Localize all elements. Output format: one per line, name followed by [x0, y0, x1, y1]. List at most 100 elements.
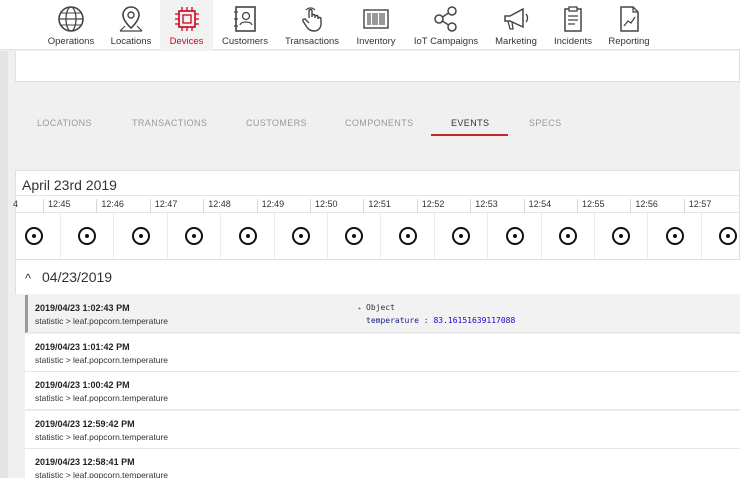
timeline-event-marker[interactable]: [292, 227, 310, 245]
barcode-icon: [361, 4, 391, 34]
timeline-event-marker[interactable]: [185, 227, 204, 245]
event-timestamp: 2019/04/23 12:59:42 PM: [35, 418, 135, 429]
timeline-divider: [220, 213, 222, 260]
object-property: temperature : 83.16151639117088: [366, 316, 515, 325]
nav-incidents[interactable]: Incidents: [548, 0, 598, 50]
timeline-event-marker[interactable]: [25, 227, 43, 245]
event-path: statistic > leaf.popcorn.temperature: [35, 316, 168, 326]
nav-label: IoT Campaigns: [413, 36, 479, 47]
timeline-event-marker[interactable]: [345, 227, 364, 245]
share-icon: [431, 4, 461, 34]
contact-book-icon: [230, 4, 260, 34]
timeline-divider: [433, 213, 435, 260]
timeline-divider: [327, 213, 328, 260]
event-row[interactable]: 2019/04/23 1:02:43 PM statistic > leaf.po…: [25, 295, 740, 333]
event-timeline[interactable]: April 23rd 2019 4 12:45 12:46 12:47 12:48 12…: [13, 170, 740, 260]
nav-customers[interactable]: Customers: [216, 0, 274, 50]
globe-icon: [56, 4, 86, 34]
event-path: statistic > leaf.popcorn.temperature: [35, 393, 168, 403]
timeline-divider: [647, 213, 649, 260]
nav-locations[interactable]: Locations: [104, 0, 158, 50]
timeline-event-marker[interactable]: [238, 227, 257, 245]
nav-label: Marketing: [495, 36, 537, 47]
timeline-divider: [380, 213, 382, 260]
timeline-divider: [60, 213, 61, 260]
nav-label: Operations: [47, 36, 95, 47]
timeline-time-label: 12:53: [470, 199, 498, 213]
nav-label: Locations: [110, 36, 152, 47]
timeline-divider: [273, 213, 275, 260]
event-row[interactable]: 2019/04/23 1:01:42 PM statistic > leaf.po…: [25, 333, 740, 372]
nav-label: Incidents: [553, 36, 593, 47]
page: Operations Locations Devices Customers T: [0, 0, 740, 478]
timeline-time-label: 12:56: [630, 199, 658, 213]
timeline-divider: [487, 213, 489, 260]
event-row[interactable]: 2019/04/23 1:00:42 PM statistic > leaf.po…: [25, 372, 740, 410]
nav-label: Inventory: [356, 36, 396, 47]
timeline-divider: [166, 213, 168, 260]
nav-operations[interactable]: Operations: [40, 0, 102, 50]
timeline-event-marker[interactable]: [131, 227, 150, 245]
nav-transactions[interactable]: Transactions: [280, 0, 344, 50]
timeline-divider: [113, 213, 115, 260]
timeline-time-label: 12:46: [96, 199, 124, 213]
nav-label: Customers: [222, 36, 268, 47]
timeline-time-label: 12:52: [416, 199, 444, 213]
nav-iot-campaigns[interactable]: IoT Campaigns: [410, 0, 482, 50]
nav-marketing[interactable]: Marketing: [490, 0, 542, 50]
timeline-time-label: 12:54: [523, 199, 551, 213]
device-info-panel: [15, 51, 740, 82]
timeline-event-marker[interactable]: [398, 227, 417, 245]
timeline-time-label: 12:47: [149, 199, 177, 213]
chip-icon: [172, 4, 202, 34]
event-row[interactable]: 2019/04/23 12:58:41 PM statistic > leaf.p…: [25, 449, 740, 478]
expand-triangle-icon[interactable]: ▸: [358, 305, 362, 312]
timeline-event-markers: [16, 213, 740, 260]
timeline-time-label: 12:50: [310, 199, 338, 213]
timeline-divider: [700, 213, 702, 260]
property-key: temperature: [366, 316, 419, 325]
nav-reporting[interactable]: Reporting: [602, 0, 656, 50]
tab-transactions[interactable]: TRANSACTIONS: [132, 118, 207, 128]
timeline-event-marker[interactable]: [559, 227, 577, 245]
report-chart-icon: [614, 4, 644, 34]
nav-label: Transactions: [284, 36, 340, 47]
tab-locations[interactable]: LOCATIONS: [37, 118, 92, 128]
timeline-divider: [594, 213, 595, 260]
nav-inventory[interactable]: Inventory: [348, 0, 404, 50]
tab-specs[interactable]: SPECS: [529, 118, 562, 128]
timeline-date-title: April 23rd 2019: [22, 177, 117, 193]
tab-customers[interactable]: CUSTOMERS: [246, 118, 307, 128]
megaphone-icon: [501, 4, 531, 34]
timeline-event-marker[interactable]: [612, 227, 631, 245]
event-timestamp: 2019/04/23 1:00:42 PM: [35, 380, 130, 390]
object-label: Object: [366, 303, 395, 312]
property-separator: :: [418, 316, 434, 325]
chevron-up-icon[interactable]: ^: [25, 271, 31, 286]
timeline-event-marker[interactable]: [505, 227, 524, 245]
event-row[interactable]: 2019/04/23 12:59:42 PM statistic > leaf.p…: [25, 410, 740, 449]
nav-devices[interactable]: Devices: [160, 0, 213, 50]
timeline-time-label: 4: [13, 199, 19, 209]
timeline-time-label: 12:55: [577, 199, 605, 213]
event-path: statistic > leaf.popcorn.temperature: [35, 431, 168, 442]
tab-events[interactable]: EVENTS: [451, 118, 489, 128]
timeline-event-marker[interactable]: [665, 227, 684, 245]
clipboard-icon: [558, 4, 588, 34]
event-path: statistic > leaf.popcorn.temperature: [35, 470, 168, 478]
event-timestamp: 2019/04/23 12:58:41 PM: [35, 457, 135, 467]
timeline-divider: [540, 213, 542, 260]
top-nav: Operations Locations Devices Customers T: [0, 0, 740, 50]
timeline-event-marker[interactable]: [78, 227, 97, 245]
timeline-time-label: 12:51: [363, 199, 391, 213]
left-gutter: [0, 51, 8, 478]
timeline-time-label: 12:49: [256, 199, 284, 213]
date-group-header[interactable]: ^ 04/23/2019: [15, 260, 740, 294]
timeline-event-marker[interactable]: [719, 227, 738, 245]
tab-components[interactable]: COMPONENTS: [345, 118, 414, 128]
timeline-event-marker[interactable]: [452, 227, 471, 245]
nav-label: Reporting: [608, 36, 650, 47]
timeline-time-axis: 4 12:45 12:46 12:47 12:48 12:49 12:50 12:51 12:…: [13, 195, 740, 213]
map-pin-icon: [116, 4, 146, 34]
event-timestamp: 2019/04/23 1:02:43 PM: [35, 303, 130, 313]
